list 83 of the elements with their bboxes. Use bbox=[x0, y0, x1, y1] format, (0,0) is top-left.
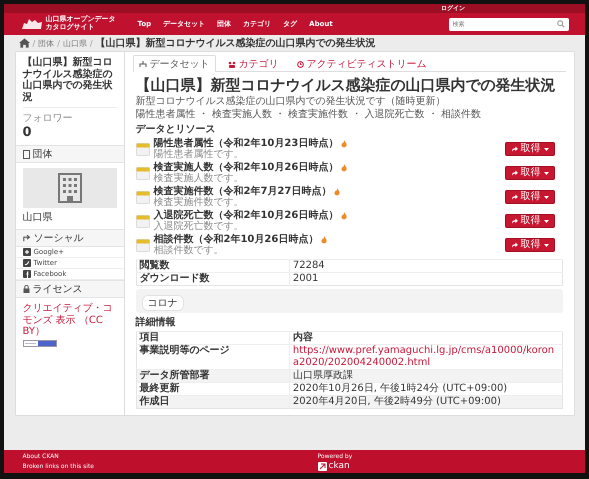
ckan-logo-link[interactable]: ckan bbox=[318, 461, 352, 471]
get-dropdown-button[interactable]: 取得 bbox=[504, 214, 554, 228]
resource-name-link[interactable]: 検査実施人数（令和2年10月26日時点） bbox=[154, 162, 338, 173]
resource-name-link[interactable]: 検査実施件数（令和2年7月27日時点） bbox=[154, 186, 332, 197]
prefecture-map-icon bbox=[20, 17, 42, 31]
dataset-description: 新型コロナウイルス感染症の山口県内での発生状況です（随時更新） bbox=[136, 96, 446, 108]
details-heading: 詳細情報 bbox=[136, 316, 176, 329]
facebook-icon bbox=[22, 270, 30, 278]
column-header: 項目 bbox=[136, 332, 290, 344]
table-cell: 閲覧数 bbox=[136, 260, 290, 272]
office-building-icon bbox=[58, 173, 82, 203]
flame-icon bbox=[321, 236, 328, 244]
share-arrow-icon bbox=[510, 218, 518, 224]
organization-name[interactable]: 山口県 bbox=[22, 210, 116, 224]
flame-icon bbox=[334, 188, 340, 196]
resource-description: 入退院死亡数です。 bbox=[154, 221, 244, 232]
home-icon[interactable] bbox=[18, 38, 30, 48]
dataset-title: 【山口県】新型コロナウイルス感染症の山口県内での発生状況 bbox=[136, 76, 556, 94]
clock-icon bbox=[296, 60, 304, 68]
search-icon bbox=[556, 20, 564, 28]
organization-heading: 団体 bbox=[32, 148, 52, 161]
breadcrumb-separator: / bbox=[90, 38, 93, 48]
column-header: 内容 bbox=[289, 332, 562, 344]
file-icon bbox=[136, 142, 150, 156]
breadcrumb-link[interactable]: 山口県 bbox=[62, 38, 87, 48]
social-heading: ソーシャル bbox=[34, 232, 84, 245]
resource-name-link[interactable]: 相談件数（令和2年10月26日時点） bbox=[154, 234, 318, 245]
followers-label: フォロワー bbox=[22, 112, 74, 125]
table-cell: 2020年4月20日, 午後2時49分 (UTC+09:00) bbox=[289, 396, 562, 408]
table-cell: データ所管部署 bbox=[136, 370, 290, 382]
resource-description: 相談件数です。 bbox=[154, 245, 224, 256]
caret-icon bbox=[544, 196, 548, 198]
license-link[interactable]: クリエイティブ・コモンズ 表示 （CC BY） bbox=[22, 303, 116, 338]
lock-icon bbox=[22, 285, 30, 293]
resource-description: 検査実施件数です。 bbox=[154, 197, 244, 208]
breadcrumb-link[interactable]: 【山口県】新型コロナウイルス感染症の山口県内での発生状況 bbox=[96, 36, 376, 50]
caret-icon bbox=[544, 148, 548, 150]
open-data-badge-icon[interactable] bbox=[22, 340, 56, 346]
table-cell: ダウンロード数 bbox=[136, 272, 290, 286]
flame-icon bbox=[341, 212, 348, 220]
table-cell: 72284 bbox=[289, 260, 562, 272]
caret-icon bbox=[544, 220, 548, 222]
ckan-logo-icon bbox=[318, 462, 326, 470]
followers-count: 0 bbox=[22, 125, 33, 140]
share-arrow-icon bbox=[510, 242, 518, 248]
sidebar-dataset-title: 【山口県】新型コロナウイルス感染症の山口県内での発生状況 bbox=[22, 57, 116, 108]
file-icon bbox=[136, 166, 150, 180]
sitemap-icon bbox=[138, 60, 146, 68]
table-cell: 山口県厚政課 bbox=[289, 370, 562, 382]
share-arrow-icon bbox=[510, 146, 518, 152]
tag[interactable]: コロナ bbox=[142, 295, 184, 311]
tab[interactable]: データセット bbox=[132, 55, 216, 72]
breadcrumb-separator: / bbox=[32, 38, 36, 48]
resource-name-link[interactable]: 入退院死亡数（令和2年10月26日時点） bbox=[154, 210, 338, 221]
table-cell: 2001 bbox=[289, 272, 562, 286]
table-cell: 作成日 bbox=[136, 396, 290, 408]
caret-icon bbox=[544, 172, 548, 174]
caret-icon bbox=[544, 244, 548, 246]
get-dropdown-button[interactable]: 取得 bbox=[504, 166, 554, 180]
group-icon bbox=[228, 60, 236, 68]
get-dropdown-button[interactable]: 取得 bbox=[504, 238, 554, 252]
share-arrow-icon bbox=[510, 170, 518, 176]
dataset-summary: 陽性患者属性 ・ 検査実施人数 ・ 検査実施件数 ・ 入退院死亡数 ・ 相談件数 bbox=[136, 108, 482, 120]
file-icon bbox=[136, 238, 150, 252]
tab[interactable]: アクティビティストリーム bbox=[290, 55, 432, 72]
share-arrow-icon bbox=[510, 194, 518, 200]
flame-icon bbox=[341, 140, 348, 148]
flame-icon bbox=[341, 164, 348, 172]
organization-image[interactable] bbox=[22, 168, 116, 208]
file-icon bbox=[136, 190, 150, 204]
file-icon bbox=[136, 214, 150, 228]
resource-name-link[interactable]: 陽性患者属性（令和2年10月23日時点） bbox=[154, 138, 338, 149]
resource-description: 検査実施人数です。 bbox=[154, 173, 244, 184]
share-icon bbox=[22, 234, 30, 242]
page-url-link[interactable]: https://www.pref.yamaguchi.lg.jp/cms/a10000/korona2020/202004240002.html bbox=[292, 345, 558, 369]
resource-description: 陽性患者属性です。 bbox=[154, 149, 244, 160]
get-dropdown-button[interactable]: 取得 bbox=[504, 142, 554, 156]
breadcrumb-separator: / bbox=[57, 38, 60, 48]
get-dropdown-button[interactable]: 取得 bbox=[504, 190, 554, 204]
breadcrumb-link[interactable]: 団体 bbox=[38, 38, 54, 48]
tab[interactable]: カテゴリ bbox=[222, 55, 284, 72]
license-heading: ライセンス bbox=[32, 283, 82, 296]
resources-heading: データとリソース bbox=[136, 123, 216, 136]
